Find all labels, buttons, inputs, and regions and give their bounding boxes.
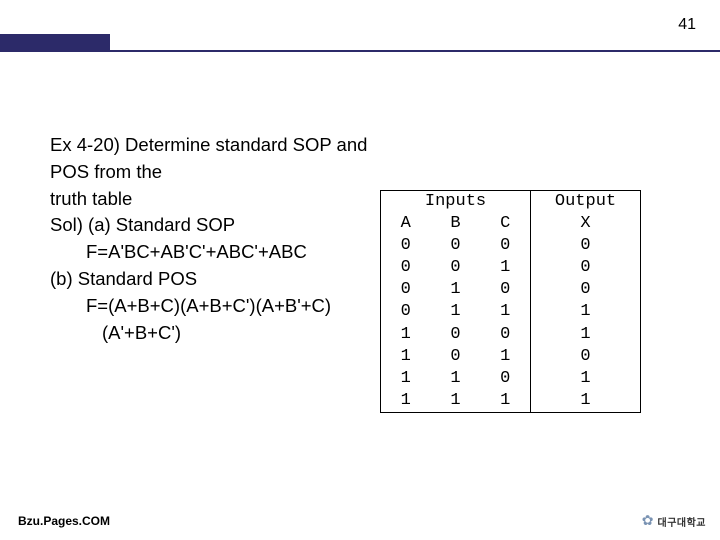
table-subheader-row: A B C X [381, 213, 641, 235]
cell-x: 1 [531, 368, 641, 390]
cell-c: 1 [481, 257, 531, 279]
table-row: 1111 [381, 390, 641, 413]
inputs-header: Inputs [381, 191, 531, 214]
truth-table: Inputs Output A B C X 0000 0010 0100 011… [380, 190, 641, 413]
text-column: Ex 4-20) Determine standard SOP and POS … [50, 132, 380, 347]
cell-x: 1 [531, 301, 641, 323]
cell-a: 1 [381, 390, 431, 413]
col-b-header: B [431, 213, 481, 235]
cell-a: 0 [381, 279, 431, 301]
cell-b: 0 [431, 346, 481, 368]
cell-x: 1 [531, 390, 641, 413]
dgu-logo-text: 대구대학교 [658, 514, 707, 529]
col-x-header: X [531, 213, 641, 235]
cell-x: 0 [531, 346, 641, 368]
cell-b: 0 [431, 324, 481, 346]
cell-b: 1 [431, 368, 481, 390]
col-a-header: A [381, 213, 431, 235]
text-line: F=A'BC+AB'C'+ABC'+ABC [50, 239, 380, 266]
table-row: 0010 [381, 257, 641, 279]
cell-c: 1 [481, 346, 531, 368]
dgu-logo-icon: ✿ [642, 513, 654, 530]
cell-a: 0 [381, 235, 431, 257]
cell-b: 0 [431, 257, 481, 279]
cell-x: 1 [531, 324, 641, 346]
header-bar [0, 0, 720, 50]
truth-table-wrap: Inputs Output A B C X 0000 0010 0100 011… [380, 190, 641, 413]
table-header-row: Inputs Output [381, 191, 641, 214]
cell-c: 0 [481, 279, 531, 301]
cell-c: 1 [481, 390, 531, 413]
table-row: 0111 [381, 301, 641, 323]
cell-a: 0 [381, 257, 431, 279]
table-row: 1001 [381, 324, 641, 346]
table-row: 0100 [381, 279, 641, 301]
cell-x: 0 [531, 235, 641, 257]
cell-c: 0 [481, 235, 531, 257]
footer-text: Bzu.Pages.COM [18, 514, 110, 528]
cell-x: 0 [531, 279, 641, 301]
cell-b: 1 [431, 279, 481, 301]
text-line: Ex 4-20) Determine standard SOP and POS … [50, 132, 380, 186]
text-line: Sol) (a) Standard SOP [50, 212, 380, 239]
cell-a: 0 [381, 301, 431, 323]
slide-content: Ex 4-20) Determine standard SOP and POS … [50, 132, 670, 413]
cell-b: 1 [431, 301, 481, 323]
text-line: (A'+B+C') [50, 320, 380, 347]
cell-c: 1 [481, 301, 531, 323]
cell-a: 1 [381, 346, 431, 368]
cell-a: 1 [381, 368, 431, 390]
cell-b: 0 [431, 235, 481, 257]
cell-c: 0 [481, 368, 531, 390]
cell-x: 0 [531, 257, 641, 279]
table-row: 1101 [381, 368, 641, 390]
text-line: F=(A+B+C)(A+B+C')(A+B'+C) [50, 293, 380, 320]
page-number: 41 [678, 16, 696, 34]
output-header: Output [531, 191, 641, 214]
footer-logo: ✿ 대구대학교 [642, 513, 706, 530]
text-line: truth table [50, 186, 380, 213]
header-divider [0, 50, 720, 52]
table-row: 0000 [381, 235, 641, 257]
table-row: 1010 [381, 346, 641, 368]
text-line: (b) Standard POS [50, 266, 380, 293]
cell-c: 0 [481, 324, 531, 346]
col-c-header: C [481, 213, 531, 235]
cell-a: 1 [381, 324, 431, 346]
cell-b: 1 [431, 390, 481, 413]
